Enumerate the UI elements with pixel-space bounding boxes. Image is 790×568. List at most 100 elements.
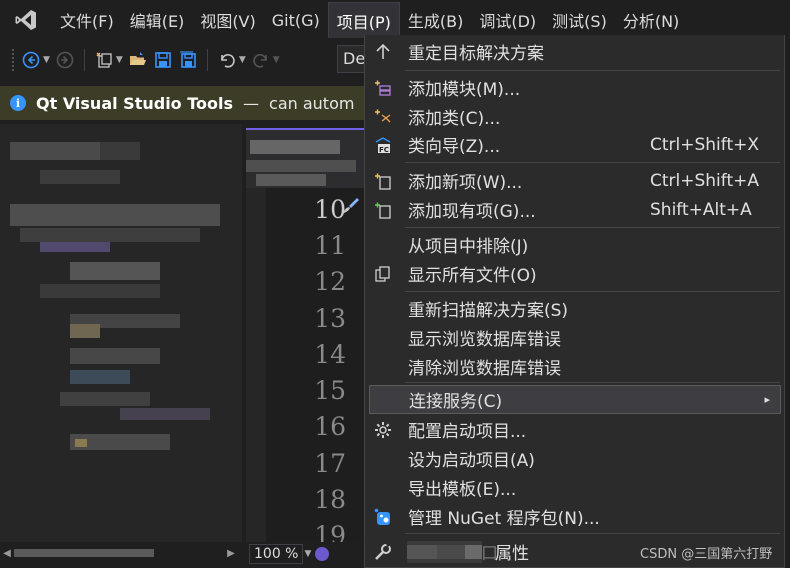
- scrollbar-thumb[interactable]: [14, 549, 154, 557]
- line-number: 13: [314, 304, 346, 333]
- menu-item-label: 清除浏览数据库错误: [408, 359, 561, 379]
- menu-item-connected-services[interactable]: 连接服务(C) ▸: [369, 385, 781, 414]
- obscured-region: [70, 262, 160, 280]
- menu-build[interactable]: 生成(B): [400, 2, 471, 38]
- line-number: 16: [314, 412, 346, 441]
- menu-item-shortcut: Shift+Alt+A: [650, 199, 752, 220]
- obscured-region: [70, 370, 130, 384]
- back-dropdown-chevron-icon[interactable]: ▼: [43, 55, 50, 65]
- menu-item-show-browse-db-errors[interactable]: 显示浏览数据库错误: [365, 323, 784, 352]
- menu-view[interactable]: 视图(V): [192, 2, 263, 38]
- menu-test[interactable]: 测试(S): [544, 2, 615, 38]
- paintbrush-icon[interactable]: [341, 196, 361, 220]
- left-pane-horizontal-scrollbar[interactable]: ◀ ▶: [0, 542, 242, 564]
- menu-item-add-new-item[interactable]: 添加新项(W)... Ctrl+Shift+A: [365, 166, 784, 195]
- info-bar-dash: —: [243, 93, 260, 113]
- obscured-region: [250, 140, 340, 154]
- obscured-region: [70, 348, 160, 364]
- line-number: 17: [314, 449, 346, 478]
- menu-bar: 文件(F) 编辑(E) 视图(V) Git(G) 项目(P) 生成(B) 调试(…: [0, 0, 790, 40]
- menu-item-label: 添加现有项(G)...: [408, 202, 536, 222]
- menu-git[interactable]: Git(G): [264, 2, 328, 38]
- scroll-left-arrow-icon[interactable]: ◀: [0, 548, 14, 559]
- menu-separator: [405, 70, 780, 71]
- menu-item-label: 从项目中排除(J): [408, 237, 529, 257]
- menu-edit[interactable]: 编辑(E): [122, 2, 193, 38]
- menu-item-label: 添加模块(M)...: [408, 80, 521, 100]
- undo-dropdown-chevron-icon[interactable]: ▼: [239, 55, 246, 65]
- undo-icon[interactable]: [217, 50, 237, 70]
- toolbar-grip[interactable]: [12, 49, 16, 71]
- menu-item-configure-startup-projects[interactable]: 配置启动项目...: [365, 415, 784, 444]
- scroll-right-arrow-icon[interactable]: ▶: [224, 548, 238, 559]
- forward-circle-icon[interactable]: [55, 50, 75, 70]
- menu-analyze[interactable]: 分析(N): [615, 2, 687, 38]
- obscured-region: [407, 545, 437, 559]
- menu-file[interactable]: 文件(F): [52, 2, 122, 38]
- redo-icon[interactable]: [251, 50, 271, 70]
- menu-item-rescan-solution[interactable]: 重新扫描解决方案(S): [365, 294, 784, 323]
- line-number: 12: [314, 267, 346, 296]
- info-bar-message: can autom: [269, 93, 355, 113]
- menu-item-class-wizard[interactable]: FC 类向导(Z)... Ctrl+Shift+X: [365, 130, 784, 159]
- menu-item-label: 设为启动项目(A): [408, 451, 535, 471]
- menu-project[interactable]: 项目(P): [327, 2, 400, 38]
- obscured-region: [75, 439, 87, 447]
- class-wizard-icon: FC: [373, 135, 393, 155]
- menu-item-export-template[interactable]: 导出模板(E)...: [365, 473, 784, 502]
- menu-separator: [405, 533, 780, 534]
- menu-item-show-all-files[interactable]: 显示所有文件(O): [365, 259, 784, 288]
- obscured-region: [40, 170, 120, 184]
- menu-item-label: 重定目标解决方案: [408, 44, 544, 64]
- info-bar-title: Qt Visual Studio Tools: [36, 93, 234, 113]
- zoom-level-combo[interactable]: 100 %: [249, 544, 304, 564]
- menu-item-exclude-from-project[interactable]: 从项目中排除(J): [365, 230, 784, 259]
- redo-dropdown-chevron-icon[interactable]: ▼: [273, 55, 280, 65]
- menu-item-label: 连接服务(C): [409, 392, 503, 412]
- menu-item-set-as-startup-project[interactable]: 设为启动项目(A): [365, 444, 784, 473]
- menu-debug[interactable]: 调试(D): [471, 2, 544, 38]
- menu-item-manage-nuget-packages[interactable]: 管理 NuGet 程序包(N)...: [365, 502, 784, 531]
- obscured-region: [120, 408, 210, 420]
- save-all-icon[interactable]: [178, 50, 198, 70]
- redacted-project-name: [407, 541, 482, 563]
- code-editor[interactable]: 10 11 12 13 14 15 16 17 18 19: [246, 188, 365, 550]
- open-folder-icon[interactable]: [128, 50, 148, 70]
- editor-gutter-margin: [246, 188, 266, 544]
- menu-item-retarget-solution[interactable]: 重定目标解决方案: [365, 37, 784, 66]
- add-new-item-icon: [373, 171, 393, 191]
- obscured-region: [465, 545, 482, 559]
- visual-studio-logo-icon[interactable]: [0, 0, 52, 40]
- submenu-arrow-icon: ▸: [764, 393, 770, 406]
- obscured-region: [256, 174, 326, 186]
- editor-tab-obscured[interactable]: [246, 128, 365, 188]
- new-project-dropdown-chevron-icon[interactable]: ▼: [116, 55, 123, 65]
- obscured-region: [100, 142, 140, 160]
- copilot-icon[interactable]: [315, 547, 330, 561]
- solution-configuration-combo[interactable]: De: [337, 45, 367, 73]
- new-project-icon[interactable]: [94, 50, 114, 70]
- arrow-up-icon: [373, 42, 393, 62]
- obscured-region: [10, 204, 220, 226]
- menu-item-clear-browse-db-errors[interactable]: 清除浏览数据库错误: [365, 352, 784, 381]
- save-icon[interactable]: [153, 50, 173, 70]
- menu-item-label: 配置启动项目...: [408, 422, 527, 442]
- svg-text:FC: FC: [379, 146, 389, 154]
- menu-separator: [405, 382, 780, 383]
- menu-item-label: 管理 NuGet 程序包(N)...: [408, 509, 600, 529]
- obscured-region: [70, 324, 100, 338]
- menu-separator: [405, 291, 780, 292]
- menu-item-label: 类向导(Z)...: [408, 137, 501, 157]
- menu-item-add-class[interactable]: 添加类(C)...: [365, 102, 784, 131]
- menu-item-add-existing-item[interactable]: 添加现有项(G)... Shift+Alt+A: [365, 195, 784, 224]
- zoom-dropdown-chevron-icon[interactable]: ▼: [304, 549, 311, 559]
- editor-status-bar: 100 % ▼: [246, 542, 365, 566]
- obscured-region: [40, 284, 160, 298]
- gear-icon: [373, 420, 393, 440]
- nuget-icon: [373, 507, 393, 527]
- menu-separator: [405, 162, 780, 163]
- line-number: 15: [314, 376, 346, 405]
- menu-item-add-module[interactable]: 添加模块(M)...: [365, 73, 784, 102]
- menu-item-shortcut: Ctrl+Shift+A: [650, 170, 760, 191]
- back-circle-icon[interactable]: [21, 50, 41, 70]
